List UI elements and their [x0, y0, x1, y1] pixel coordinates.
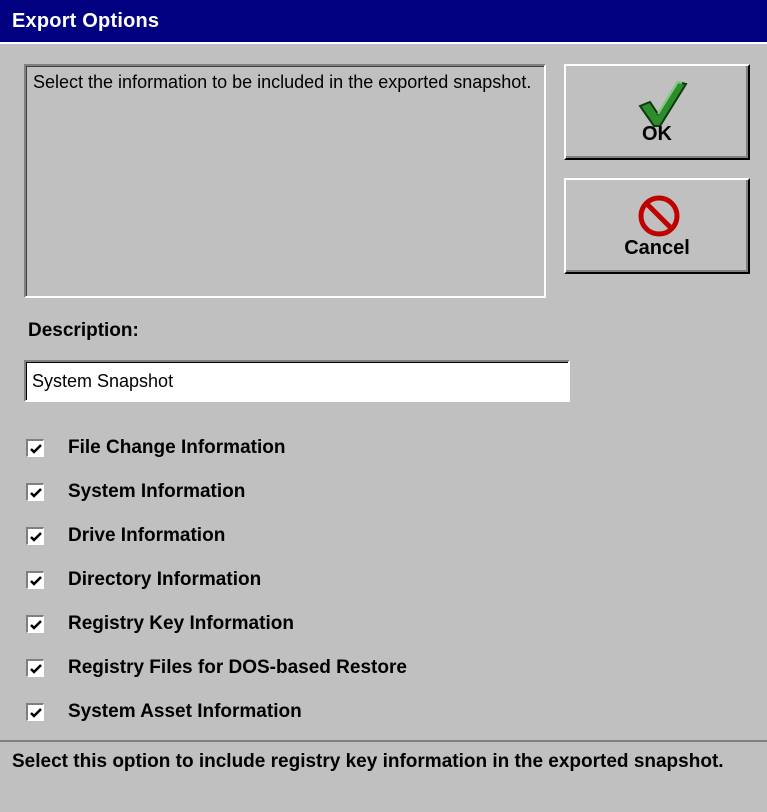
option-label: Registry Key Information [68, 613, 294, 634]
checkmark-icon [566, 76, 748, 127]
ok-label: OK [642, 123, 672, 145]
cancel-button[interactable]: Cancel [564, 178, 750, 274]
checkbox[interactable] [26, 659, 44, 677]
option-label: Registry Files for DOS-based Restore [68, 657, 407, 678]
option-label: Directory Information [68, 569, 262, 590]
ok-button[interactable]: OK [564, 64, 750, 160]
option-label: System Information [68, 481, 246, 502]
checkbox[interactable] [26, 483, 44, 501]
dialog-body: Select the information to be included in… [0, 44, 767, 740]
option-registry-files[interactable]: Registry Files for DOS-based Restore [26, 654, 586, 682]
description-input[interactable] [24, 360, 570, 402]
description-label: Description: [28, 320, 139, 341]
checkbox[interactable] [26, 527, 44, 545]
window-title: Export Options [12, 10, 160, 32]
option-label: System Asset Information [68, 701, 302, 722]
checkbox[interactable] [26, 703, 44, 721]
checkbox[interactable] [26, 615, 44, 633]
option-file-change[interactable]: File Change Information [26, 434, 586, 462]
option-system-info[interactable]: System Information [26, 478, 586, 506]
option-drive-info[interactable]: Drive Information [26, 522, 586, 550]
option-registry-key[interactable]: Registry Key Information [26, 610, 586, 638]
status-bar: Select this option to include registry k… [0, 740, 767, 812]
checkbox[interactable] [26, 439, 44, 457]
option-directory-info[interactable]: Directory Information [26, 566, 586, 594]
option-system-asset[interactable]: System Asset Information [26, 698, 586, 726]
title-bar: Export Options [0, 0, 767, 44]
cancel-label: Cancel [624, 237, 690, 259]
no-entry-icon [566, 190, 748, 238]
info-box: Select the information to be included in… [24, 64, 546, 298]
info-text: Select the information to be included in… [26, 66, 544, 296]
option-label: Drive Information [68, 525, 226, 546]
checkbox[interactable] [26, 571, 44, 589]
status-text: Select this option to include registry k… [12, 751, 724, 772]
option-label: File Change Information [68, 437, 286, 458]
